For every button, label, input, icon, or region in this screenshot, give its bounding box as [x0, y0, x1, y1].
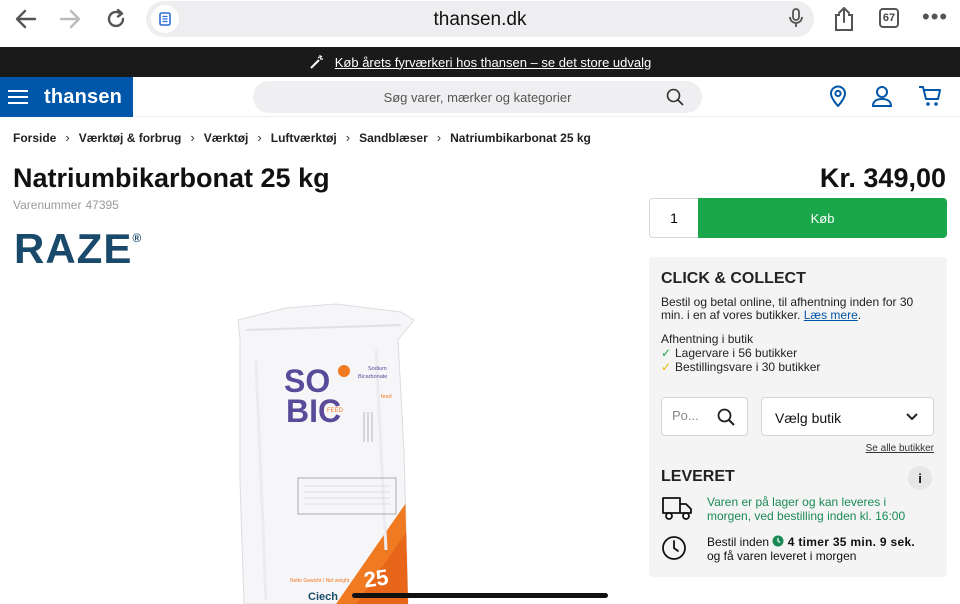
product-title: Natriumbikarbonat 25 kg	[13, 163, 330, 193]
microphone-icon[interactable]	[788, 7, 804, 34]
timer-icon	[772, 535, 784, 547]
all-stores-link[interactable]: Se alle butikker	[866, 443, 934, 454]
postal-code-input[interactable]	[672, 408, 718, 423]
search-input[interactable]	[253, 81, 702, 113]
forward-button[interactable]	[54, 6, 86, 32]
availability-panel: CLICK & COLLECT Bestil og betal online, …	[649, 257, 947, 577]
address-domain: thansen.dk	[433, 9, 527, 30]
store-select[interactable]: Vælg butik	[761, 397, 934, 436]
home-indicator[interactable]	[352, 593, 608, 598]
account-icon[interactable]	[871, 85, 893, 112]
breadcrumb-item[interactable]: Luftværktøj	[271, 131, 337, 145]
store-locator-icon[interactable]	[829, 85, 847, 112]
stock-line-text: Lagervare i 56 butikker	[675, 346, 798, 360]
bag-feed-small: feed	[381, 394, 392, 400]
bag-sodium: Sodium	[368, 366, 387, 372]
chevron-right-icon: ›	[257, 130, 262, 145]
pickup-label: Afhentning i butik	[661, 332, 754, 346]
truck-icon	[662, 497, 692, 520]
search-icon[interactable]	[717, 408, 735, 426]
clock-icon	[662, 536, 686, 560]
reload-button[interactable]	[100, 6, 132, 32]
postal-code-field[interactable]	[661, 397, 748, 436]
promo-banner[interactable]: Køb årets fyrværkeri hos thansen – se de…	[0, 47, 960, 77]
chevron-down-icon	[906, 413, 918, 421]
order-before-label: Bestil inden	[707, 535, 770, 549]
breadcrumb: Forside › Værktøj & forbrug › Værktøj › Luf…	[13, 130, 591, 145]
chevron-right-icon: ›	[190, 130, 195, 145]
click-collect-text: Bestil og betal online, til afhentning i…	[661, 295, 914, 322]
store-select-label: Vælg butik	[775, 410, 842, 426]
reload-icon	[107, 8, 125, 28]
firework-icon	[310, 55, 323, 69]
browser-toolbar: thansen.dk 67 •••	[0, 0, 960, 47]
back-button[interactable]	[10, 6, 42, 32]
registered-mark: ®	[132, 231, 143, 245]
delivered-label: og få varen leveret i morgen	[707, 549, 857, 563]
bag-feed-label: FEED	[327, 408, 344, 414]
stock-line: ✓ Lagervare i 56 butikker	[661, 347, 797, 360]
share-button[interactable]	[833, 6, 855, 37]
countdown-value: 4 timer 35 min. 9 sek.	[787, 535, 916, 549]
search-box[interactable]	[253, 81, 702, 113]
brand-logo[interactable]: RAZE®	[14, 225, 142, 273]
chevron-right-icon: ›	[345, 130, 351, 145]
read-more-link[interactable]: Læs mere	[804, 308, 858, 322]
more-menu-icon[interactable]: •••	[922, 6, 948, 28]
check-icon: ✓	[661, 346, 672, 360]
click-collect-description: Bestil og betal online, til afhentning i…	[661, 295, 914, 322]
bag-weight: 25	[362, 564, 390, 592]
menu-icon[interactable]	[8, 86, 28, 108]
chevron-right-icon: ›	[436, 130, 442, 145]
check-icon: ✓	[661, 360, 672, 374]
product-price: Kr. 349,00	[819, 163, 946, 193]
cart-icon[interactable]	[918, 85, 942, 112]
site-header: thansen	[0, 77, 960, 117]
site-logo[interactable]: thansen	[44, 86, 122, 109]
quantity-input[interactable]	[649, 198, 699, 238]
chevron-right-icon: ›	[65, 130, 70, 145]
breadcrumb-item[interactable]: Værktøj	[204, 131, 249, 145]
bag-netto: Netto Gewicht / Net weight	[290, 578, 350, 584]
sku-label: Varenummer	[13, 198, 82, 212]
product-image[interactable]: SO BIC FEED Sodium Bicarbonate feed Nett…	[226, 300, 426, 604]
breadcrumb-item[interactable]: Værktøj & forbrug	[79, 131, 182, 145]
breadcrumb-current[interactable]: Natriumbikarbonat 25 kg	[450, 131, 591, 145]
order-line-text: Bestillingsvare i 30 butikker	[675, 360, 821, 374]
order-line: ✓ Bestillingsvare i 30 butikker	[661, 361, 820, 374]
sku-value: 47395	[85, 198, 119, 212]
arrow-right-icon	[59, 9, 81, 29]
arrow-left-icon	[15, 9, 37, 29]
breadcrumb-item[interactable]: Forside	[13, 131, 56, 145]
promo-link[interactable]: Køb årets fyrværkeri hos thansen – se de…	[335, 55, 652, 70]
click-collect-heading: CLICK & COLLECT	[661, 270, 806, 287]
breadcrumb-item[interactable]: Sandblæser	[359, 131, 428, 145]
buy-button[interactable]: Køb	[698, 198, 947, 238]
brand-bar: thansen	[0, 77, 133, 117]
search-icon[interactable]	[666, 88, 684, 106]
delivery-stock-message: Varen er på lager og kan leveres i morge…	[707, 495, 906, 523]
bag-maker: Ciech	[308, 591, 338, 603]
delivery-heading: LEVERET	[661, 468, 735, 485]
sku-line: Varenummer 47395	[13, 198, 119, 212]
share-icon	[835, 7, 853, 31]
tab-count-button[interactable]: 67	[879, 8, 899, 28]
address-bar[interactable]: thansen.dk	[146, 1, 814, 37]
brand-name: RAZE	[14, 225, 133, 272]
delivery-countdown: Bestil inden 4 timer 35 min. 9 sek. og f…	[707, 535, 937, 563]
info-button[interactable]: i	[908, 466, 932, 490]
bag-bicarbonate: Bicarbonate	[358, 374, 387, 380]
